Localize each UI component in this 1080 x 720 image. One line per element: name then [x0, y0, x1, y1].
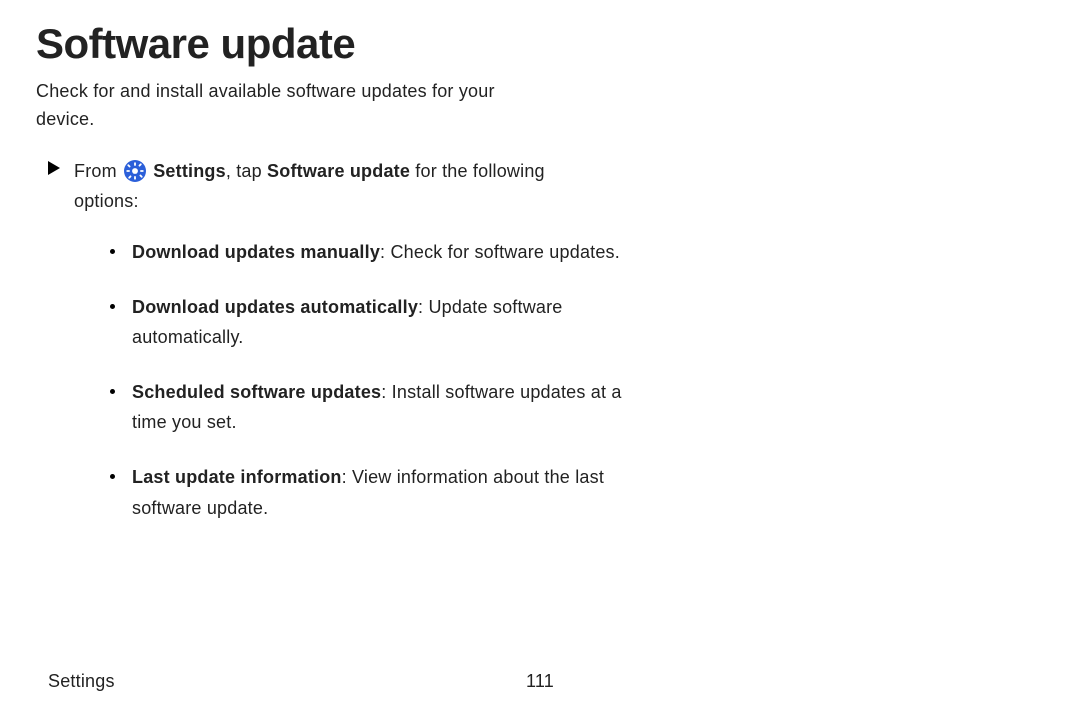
page-title: Software update	[36, 20, 1032, 68]
step-mid: , tap	[226, 161, 267, 181]
play-arrow-icon	[48, 161, 60, 180]
footer-section: Settings	[48, 671, 115, 692]
option-term: Last update information	[132, 467, 342, 487]
options-list: Download updates manually: Check for sof…	[106, 237, 626, 523]
list-item: Download updates automatically: Update s…	[106, 292, 626, 353]
list-item: Scheduled software updates: Install soft…	[106, 377, 626, 438]
instruction-step: From	[48, 156, 588, 217]
list-item: Last update information: View informatio…	[106, 462, 626, 523]
option-term: Download updates manually	[132, 242, 380, 262]
manual-page: Software update Check for and install av…	[0, 0, 1080, 720]
list-item: Download updates manually: Check for sof…	[106, 237, 626, 268]
footer-page-number: 111	[526, 671, 554, 692]
step-target: Software update	[267, 161, 410, 181]
page-subtitle: Check for and install available software…	[36, 78, 556, 134]
step-prefix: From	[74, 161, 122, 181]
gear-icon	[124, 160, 146, 182]
option-term: Scheduled software updates	[132, 382, 381, 402]
option-desc: : Check for software updates.	[380, 242, 620, 262]
settings-label: Settings	[153, 161, 226, 181]
option-term: Download updates automatically	[132, 297, 418, 317]
instruction-text: From	[74, 156, 588, 217]
page-footer: Settings 111	[48, 671, 1032, 692]
